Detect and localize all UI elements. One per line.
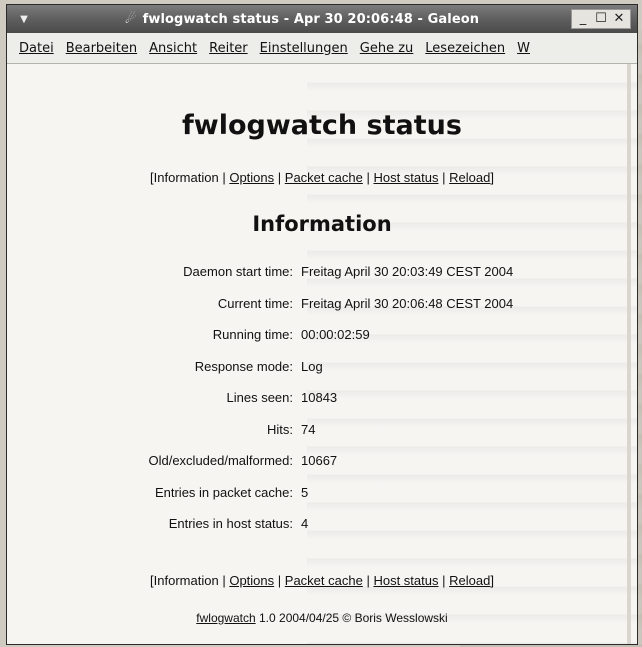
status-label: Running time:: [212, 327, 293, 342]
status-row: Lines seen: 10843: [7, 390, 637, 422]
menu-bearbeiten[interactable]: Bearbeiten: [66, 41, 137, 56]
status-label: Response mode:: [194, 358, 293, 374]
menu-datei[interactable]: Datei: [19, 41, 54, 56]
nav-link-reload[interactable]: Reload: [449, 573, 490, 588]
status-row: Current time: Freitag April 30 20:06:48 …: [7, 296, 637, 328]
status-value: 5: [301, 484, 309, 500]
nav-link-host-status[interactable]: Host status: [373, 170, 438, 185]
close-button[interactable]: ✕: [612, 12, 626, 26]
window-title: ☄ fwlogwatch status - Apr 30 20:06:48 - …: [33, 12, 571, 27]
nav-links-top: [Information | Options | Packet cache | …: [7, 170, 637, 185]
status-row: Entries in packet cache: 5: [7, 485, 637, 517]
status-value: 10843: [301, 390, 338, 405]
status-value: 74: [301, 421, 316, 437]
section-title: Information: [252, 212, 392, 236]
menu-gehe-zu[interactable]: Gehe zu: [360, 41, 414, 56]
status-label: Entries in packet cache:: [154, 484, 293, 500]
nav-separator: |: [277, 170, 282, 185]
galeon-app-icon: ☄: [124, 11, 137, 27]
nav-separator: |: [222, 573, 226, 588]
nav-separator: |: [277, 573, 282, 588]
status-row: Running time: 00:00:02:59: [7, 327, 637, 359]
fwlogwatch-link[interactable]: fwlogwatch: [196, 611, 255, 625]
status-row: Hits: 74: [7, 422, 637, 454]
nav-link-information[interactable]: Information: [154, 170, 219, 185]
page-footer: fwlogwatch 1.0 2004/04/25 © Boris Wesslo…: [7, 611, 637, 625]
minimize-button[interactable]: _: [576, 12, 590, 26]
nav-link-reload[interactable]: Reload: [449, 170, 490, 185]
title-bar[interactable]: ▼ ☄ fwlogwatch status - Apr 30 20:06:48 …: [7, 5, 637, 33]
window-title-text: fwlogwatch status - Apr 30 20:06:48 - Ga…: [142, 11, 480, 27]
status-label: Current time:: [217, 295, 293, 311]
nav-links-bottom: [Information | Options | Packet cache | …: [7, 573, 637, 588]
status-value: Log: [301, 358, 323, 374]
status-label: Hits:: [267, 421, 293, 437]
status-label: Daemon start time:: [183, 264, 293, 279]
menu-lesezeichen[interactable]: Lesezeichen: [425, 41, 505, 56]
status-value: 00:00:02:59: [301, 327, 370, 342]
menu-einstellungen[interactable]: Einstellungen: [260, 41, 348, 56]
status-value: 10667: [301, 453, 338, 468]
page-content: fwlogwatch status [Information | Options…: [7, 64, 637, 644]
nav-link-options[interactable]: Options: [229, 170, 274, 185]
status-label: Lines seen:: [226, 390, 294, 405]
status-row: Daemon start time: Freitag April 30 20:0…: [7, 264, 637, 296]
browser-window: ▼ ☄ fwlogwatch status - Apr 30 20:06:48 …: [6, 4, 638, 645]
status-value: Freitag April 30 20:03:49 CEST 2004: [301, 264, 514, 279]
nav-separator: |: [222, 170, 226, 185]
nav-link-host-status[interactable]: Host status: [373, 573, 438, 588]
status-value: 4: [301, 516, 309, 531]
nav-link-information[interactable]: Information: [154, 573, 219, 588]
nav-bracket-close: ]: [490, 573, 494, 588]
nav-link-packet-cache[interactable]: Packet cache: [285, 170, 363, 185]
nav-link-options[interactable]: Options: [229, 573, 274, 588]
status-label: Entries in host status:: [168, 516, 293, 531]
status-row: Response mode: Log: [7, 359, 637, 391]
status-label: Old/excluded/malformed:: [148, 453, 293, 468]
maximize-button[interactable]: ☐: [594, 12, 608, 26]
menu-reiter[interactable]: Reiter: [209, 41, 248, 56]
status-table: Daemon start time: Freitag April 30 20:0…: [7, 264, 637, 548]
menu-bar: Datei Bearbeiten Ansicht Reiter Einstell…: [7, 33, 637, 64]
status-row: Entries in host status: 4: [7, 516, 637, 548]
nav-separator: |: [442, 170, 446, 185]
nav-link-packet-cache[interactable]: Packet cache: [285, 573, 363, 588]
window-menu-icon[interactable]: ▼: [15, 10, 33, 28]
page-title: fwlogwatch status: [182, 110, 462, 141]
footer-text: 1.0 2004/04/25 © Boris Wesslowski: [259, 611, 448, 625]
menu-w[interactable]: W: [517, 41, 530, 56]
nav-separator: |: [442, 573, 446, 588]
status-row: Old/excluded/malformed: 10667: [7, 453, 637, 485]
nav-bracket-close: ]: [490, 170, 494, 185]
menu-ansicht[interactable]: Ansicht: [149, 41, 197, 56]
nav-separator: |: [366, 573, 370, 588]
window-controls: _ ☐ ✕: [571, 9, 631, 29]
nav-separator: |: [366, 170, 370, 185]
status-value: Freitag April 30 20:06:48 CEST 2004: [301, 295, 514, 311]
